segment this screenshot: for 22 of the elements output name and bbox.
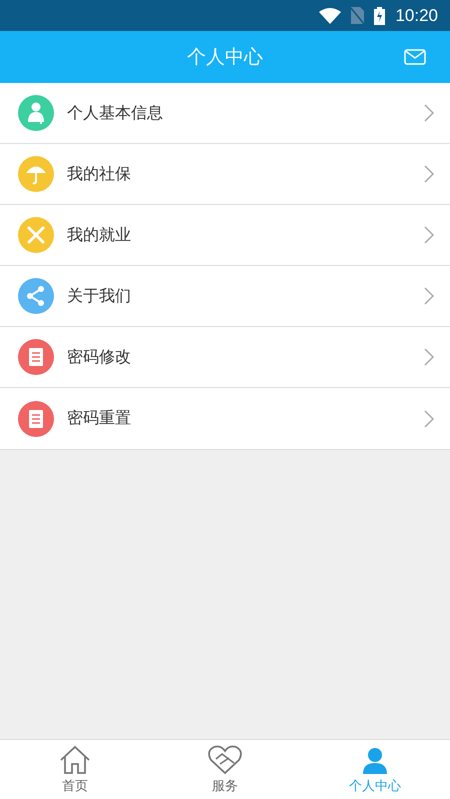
chevron-icon	[424, 165, 434, 183]
chevron-icon	[424, 410, 434, 428]
home-icon	[58, 744, 92, 774]
chevron-icon	[424, 104, 434, 122]
tab[interactable]: 服务	[150, 740, 300, 799]
menu-label: 个人基本信息	[67, 102, 164, 124]
no-sim-icon	[351, 7, 364, 24]
chevron-icon	[424, 226, 434, 244]
page-title: 个人中心	[187, 45, 263, 70]
wifi-icon	[319, 8, 342, 24]
menu-label: 关于我们	[67, 286, 132, 306]
chevron-icon	[424, 287, 434, 305]
battery-icon	[374, 6, 386, 24]
menu-label: 我的就业	[67, 224, 132, 246]
menu-label: 密码重置	[67, 408, 132, 429]
handshake-icon	[207, 744, 243, 774]
status-time: 10:20	[395, 6, 438, 26]
chevron-icon	[424, 348, 434, 366]
menu-label: 我的社保	[67, 164, 132, 184]
mail-icon[interactable]	[404, 49, 426, 65]
menu-label: 密码修改	[67, 346, 132, 368]
tab[interactable]: 首页	[0, 740, 150, 799]
